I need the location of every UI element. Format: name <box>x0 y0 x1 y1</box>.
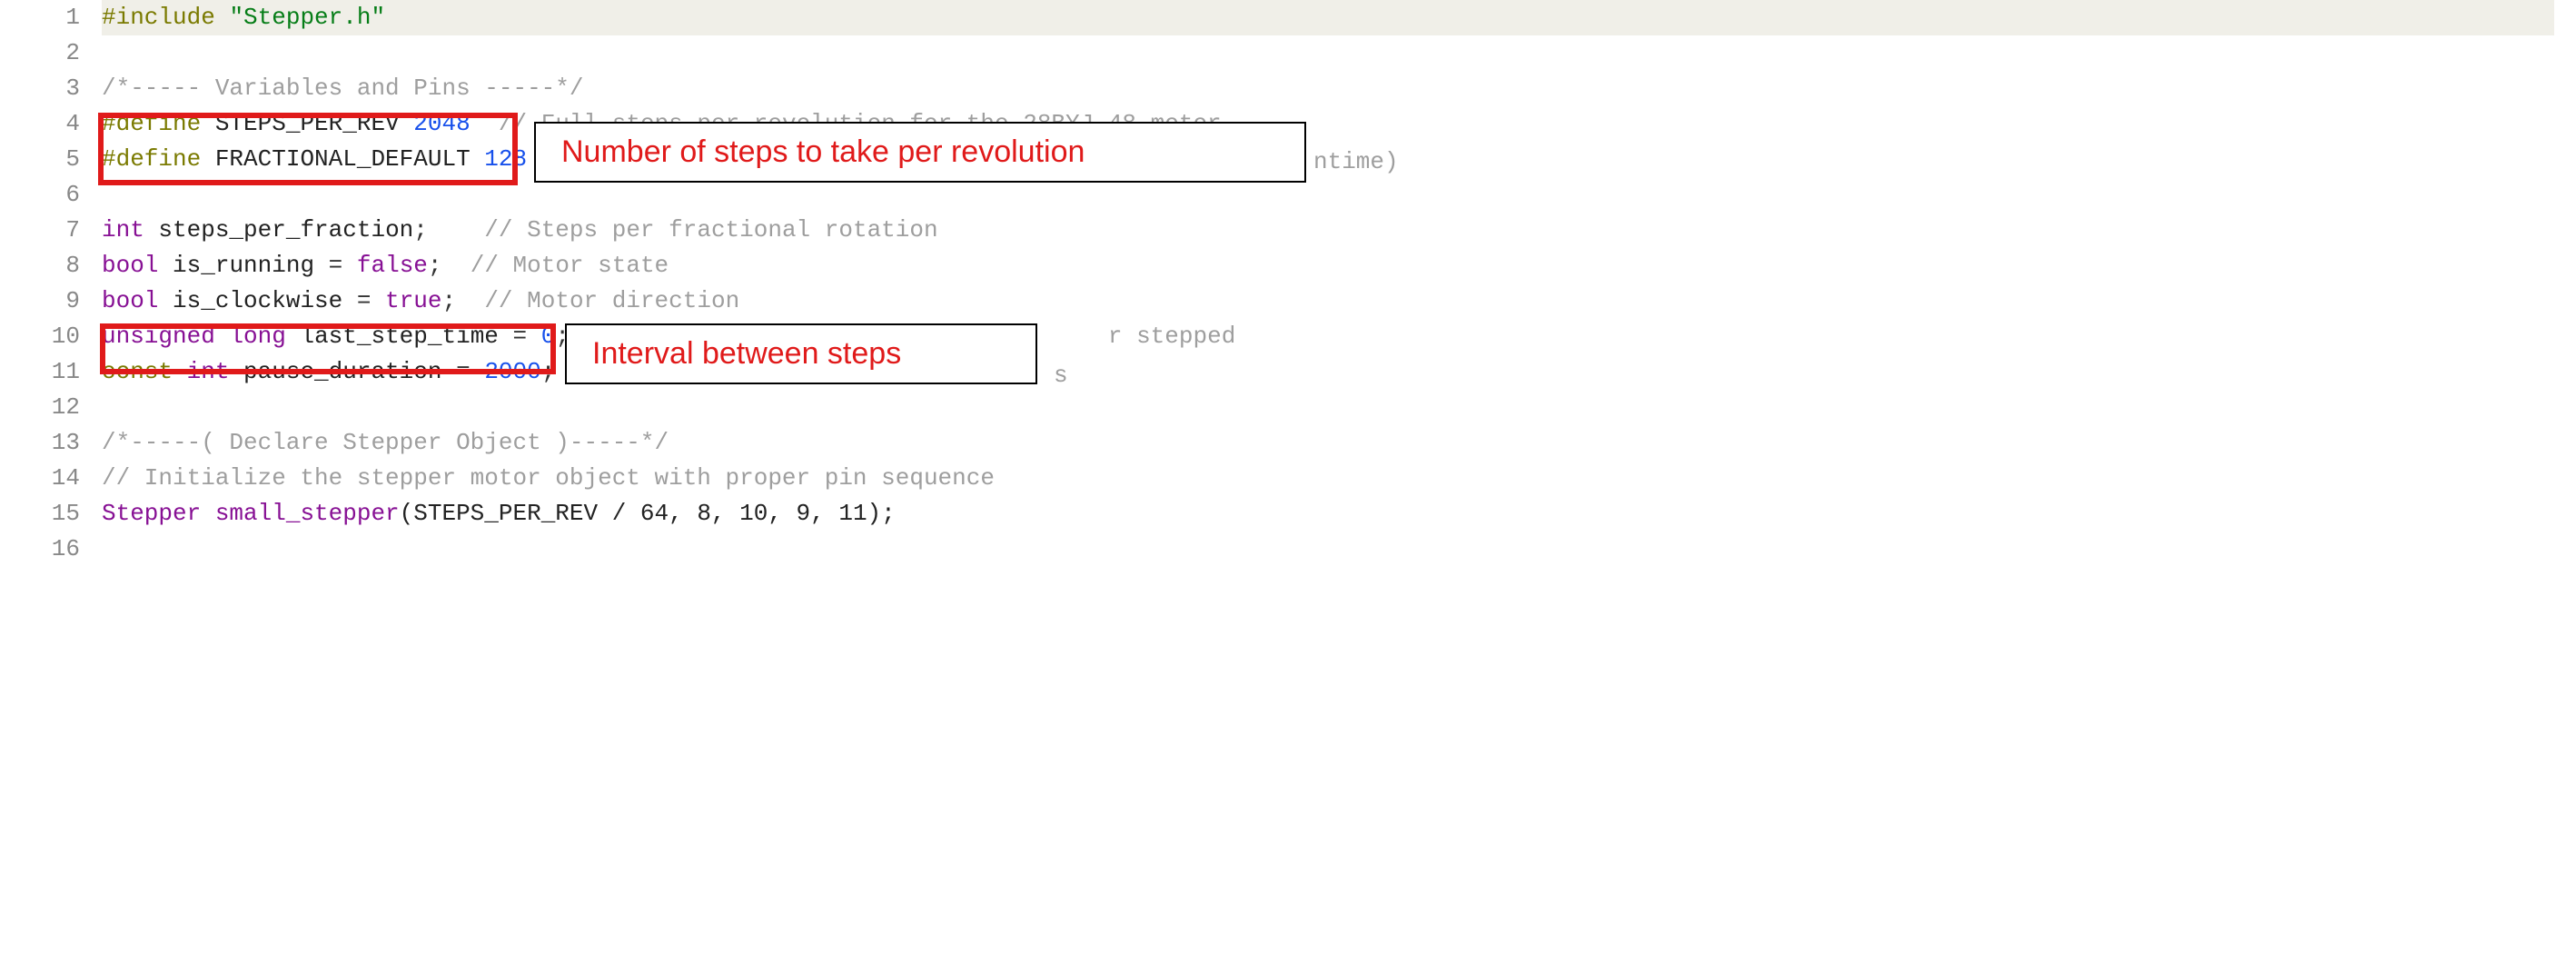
var-name: is_running <box>173 252 314 279</box>
preproc-define: #define <box>102 145 201 173</box>
code-line-16[interactable] <box>102 532 2554 567</box>
truncated-comment-fragment: s <box>1054 358 1068 393</box>
annotation-callout-interval: Interval between steps <box>565 323 1037 384</box>
macro-name: STEPS_PER_REV <box>215 110 400 137</box>
equals: = <box>329 252 343 279</box>
var-name: pause_duration <box>243 358 441 385</box>
code-line-2[interactable] <box>102 35 2554 71</box>
line-number-gutter: 1 2 3 4 5 6 7 8 9 10 11 12 13 14 15 16 <box>0 0 91 567</box>
args: (STEPS_PER_REV / 64, 8, 10, 9, 11); <box>400 500 896 527</box>
comment: // Initialize the stepper motor object w… <box>102 464 995 492</box>
line-number: 8 <box>0 248 80 283</box>
equals: = <box>513 323 528 350</box>
line-number: 14 <box>0 461 80 496</box>
var-name: is_clockwise <box>173 287 342 314</box>
macro-value: 2048 <box>413 110 470 137</box>
code-line-9[interactable]: bool is_clockwise = true; // Motor direc… <box>102 283 2554 319</box>
code-line-11[interactable]: const int pause_duration = 2000; <box>102 354 2554 390</box>
line-number: 15 <box>0 496 80 532</box>
line-number: 10 <box>0 319 80 354</box>
line-number: 9 <box>0 283 80 319</box>
object-name: small_stepper <box>215 500 400 527</box>
code-line-3[interactable]: /*----- Variables and Pins -----*/ <box>102 71 2554 106</box>
equals: = <box>456 358 471 385</box>
type-keyword: int <box>102 216 144 244</box>
comment: /*-----( Declare Stepper Object )-----*/ <box>102 429 669 456</box>
macro-name: FRACTIONAL_DEFAULT <box>215 145 471 173</box>
code-line-7[interactable]: int steps_per_fraction; // Steps per fra… <box>102 213 2554 248</box>
code-editor: 1 2 3 4 5 6 7 8 9 10 11 12 13 14 15 16 #… <box>0 0 2554 567</box>
number-literal: 0 <box>541 323 556 350</box>
line-number: 7 <box>0 213 80 248</box>
code-line-4[interactable]: #define STEPS_PER_REV 2048 // Full steps… <box>102 106 2554 142</box>
const-keyword: const <box>102 358 173 385</box>
include-target: "Stepper.h" <box>229 4 385 31</box>
line-number: 16 <box>0 532 80 567</box>
code-line-12[interactable] <box>102 390 2554 425</box>
number-literal: 2000 <box>484 358 540 385</box>
code-line-6[interactable] <box>102 177 2554 213</box>
var-name: last_step_time <box>300 323 498 350</box>
type-keyword: bool <box>102 252 158 279</box>
comment: // Steps per fractional rotation <box>484 216 937 244</box>
line-number: 6 <box>0 177 80 213</box>
var-name: steps_per_fraction <box>158 216 413 244</box>
type-keyword: unsigned <box>102 323 215 350</box>
comment: /*----- Variables and Pins -----*/ <box>102 75 584 102</box>
type-name: Stepper <box>102 500 201 527</box>
equals: = <box>357 287 372 314</box>
macro-value: 128 <box>484 145 527 173</box>
preproc-include: #include <box>102 4 215 31</box>
line-number: 12 <box>0 390 80 425</box>
code-line-13[interactable]: /*-----( Declare Stepper Object )-----*/ <box>102 425 2554 461</box>
type-keyword: int <box>187 358 230 385</box>
type-keyword: bool <box>102 287 158 314</box>
line-number: 2 <box>0 35 80 71</box>
line-number: 11 <box>0 354 80 390</box>
comment: r stepped <box>1108 323 1235 350</box>
code-line-8[interactable]: bool is_running = false; // Motor state <box>102 248 2554 283</box>
annotation-callout-steps: Number of steps to take per revolution <box>534 122 1306 183</box>
type-keyword: long <box>229 323 285 350</box>
line-number: 13 <box>0 425 80 461</box>
truncated-comment-fragment: ntime) <box>1313 144 1399 180</box>
code-line-1[interactable]: #include "Stepper.h" <box>102 0 2554 35</box>
code-line-10[interactable]: unsigned long last_step_time = 0; // Tra… <box>102 319 2554 354</box>
line-number: 5 <box>0 142 80 177</box>
preproc-define: #define <box>102 110 201 137</box>
line-number: 4 <box>0 106 80 142</box>
code-area[interactable]: #include "Stepper.h" /*----- Variables a… <box>91 0 2554 567</box>
comment: // Motor state <box>471 252 669 279</box>
line-number: 1 <box>0 0 80 35</box>
bool-literal: true <box>385 287 441 314</box>
comment: // Motor direction <box>484 287 739 314</box>
code-line-14[interactable]: // Initialize the stepper motor object w… <box>102 461 2554 496</box>
bool-literal: false <box>357 252 428 279</box>
line-number: 3 <box>0 71 80 106</box>
code-line-15[interactable]: Stepper small_stepper(STEPS_PER_REV / 64… <box>102 496 2554 532</box>
